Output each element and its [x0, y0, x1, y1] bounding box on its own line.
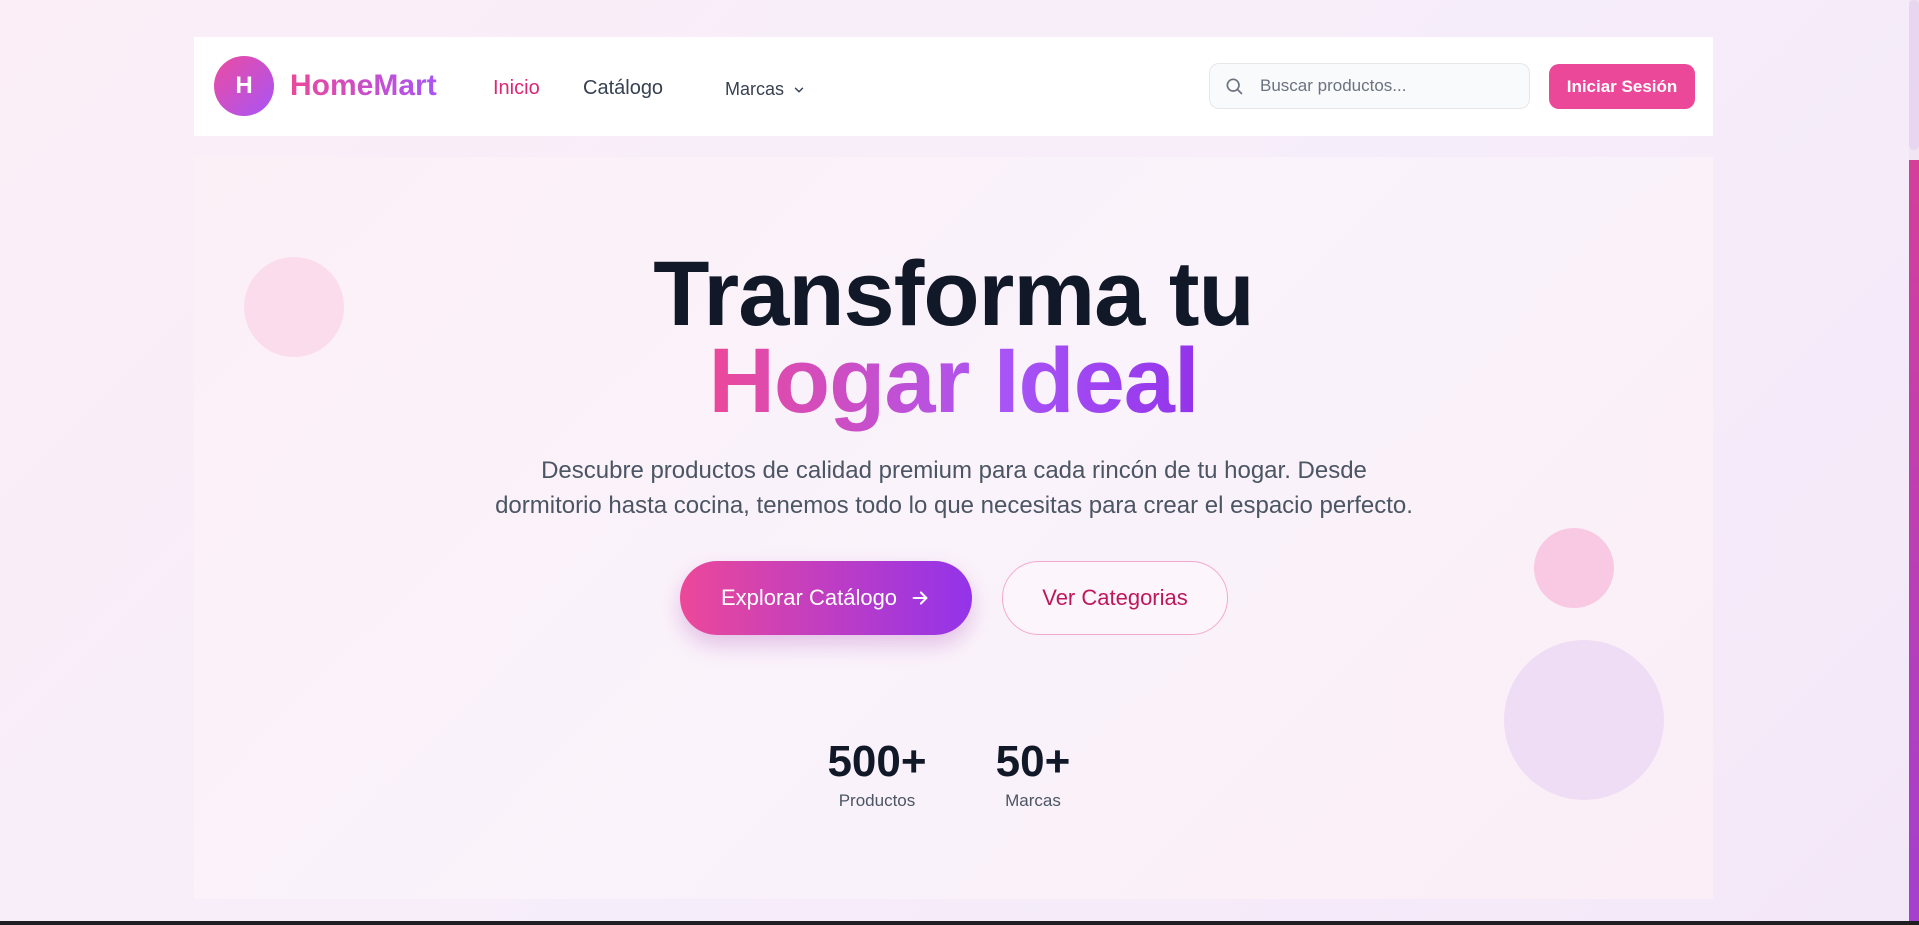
arrow-right-icon	[912, 591, 928, 605]
search-box	[1209, 63, 1530, 109]
stat-value: 50+	[995, 737, 1071, 786]
decorative-bubble	[1534, 528, 1614, 608]
logo-icon[interactable]: H	[214, 56, 274, 116]
nav-dropdown-marcas[interactable]: Marcas	[725, 79, 806, 100]
view-categories-button[interactable]: Ver Categorias	[1002, 561, 1228, 635]
explore-catalog-button[interactable]: Explorar Catálogo	[680, 561, 972, 635]
search-input[interactable]	[1260, 64, 1520, 108]
scrollbar-track	[1909, 160, 1919, 921]
scrollbar-thumb[interactable]	[1909, 0, 1919, 150]
hero-section: Transforma tu Hogar Ideal Descubre produ…	[194, 157, 1713, 899]
login-button[interactable]: Iniciar Sesión	[1549, 64, 1695, 109]
hero-subtitle: Descubre productos de calidad premium pa…	[454, 453, 1454, 523]
explore-catalog-label: Explorar Catálogo	[720, 585, 898, 610]
nav-link-inicio[interactable]: Inicio	[493, 77, 540, 100]
stat-label: Marcas	[1005, 791, 1061, 810]
chevron-down-icon	[794, 87, 804, 92]
decorative-bubble	[1504, 640, 1664, 800]
hero-subtitle-line1: Descubre productos de calidad premium pa…	[541, 457, 1367, 484]
brand-name[interactable]: HomeMart	[290, 69, 437, 103]
stat-marcas: 50+ Marcas	[981, 737, 1085, 811]
bottom-edge	[0, 921, 1919, 925]
search-icon	[1226, 78, 1243, 95]
hero-title-highlight: Hogar Ideal	[708, 330, 1199, 432]
stat-label: Productos	[838, 791, 916, 810]
nav-dropdown-label: Marcas	[725, 79, 785, 99]
stat-value: 500+	[827, 737, 927, 786]
hero-subtitle-line2: dormitorio hasta cocina, tenemos todo lo…	[495, 492, 1413, 519]
navbar: H HomeMart Inicio Catálogo Marcas Inicia…	[194, 37, 1713, 136]
hero-title-line2: Hogar Ideal	[194, 329, 1713, 434]
nav-link-catalogo[interactable]: Catálogo	[583, 77, 663, 100]
scrollbar[interactable]	[1909, 0, 1919, 921]
stat-productos: 500+ Productos	[817, 737, 937, 811]
